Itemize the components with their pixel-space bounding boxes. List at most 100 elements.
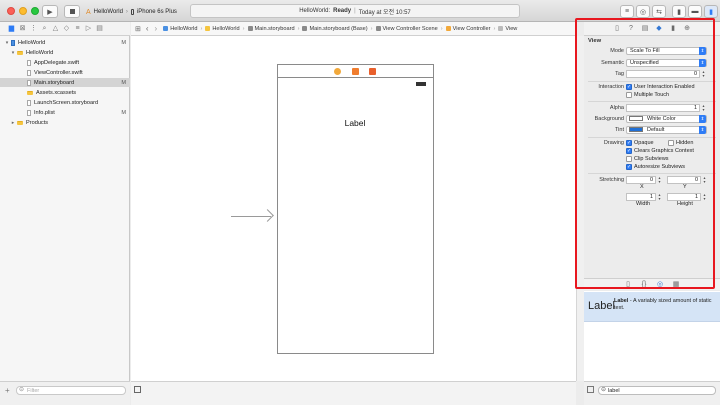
tag-field[interactable]: 0 xyxy=(626,70,700,78)
file-tree-item[interactable]: ▾ HelloWorld M xyxy=(0,38,130,47)
back-icon[interactable]: ‹ xyxy=(146,24,149,33)
scm-status-badge: M xyxy=(121,39,126,46)
document-outline-icon[interactable] xyxy=(134,386,141,393)
source-control-icon[interactable]: ⊠ xyxy=(19,25,26,32)
stretch-width-field[interactable]: 1 xyxy=(626,193,656,201)
stop-button[interactable] xyxy=(64,5,80,18)
filter-input[interactable]: Filter xyxy=(16,386,126,395)
stretch-y-field[interactable]: 0 xyxy=(667,176,701,184)
width-label: Width xyxy=(636,201,651,207)
assistant-editor-button[interactable]: ◎ xyxy=(636,5,650,18)
toggle-navigator-button[interactable]: ▮ xyxy=(672,5,686,18)
minimize-window-button[interactable] xyxy=(19,7,27,15)
library-item-preview: Label xyxy=(588,300,615,312)
folder-icon[interactable]: ▆ xyxy=(8,25,15,32)
media-library-icon[interactable]: ▦ xyxy=(672,281,680,289)
label-element[interactable]: Label xyxy=(330,118,380,128)
breadcrumb-icon xyxy=(205,26,211,31)
add-icon[interactable]: + xyxy=(5,386,10,395)
file-inspector-icon[interactable]: ▯ xyxy=(613,25,621,33)
code-snippet-icon[interactable]: {} xyxy=(640,281,648,289)
alpha-stepper[interactable]: ▴ ▾ xyxy=(701,104,706,112)
identity-inspector-icon[interactable]: ▤ xyxy=(641,25,649,33)
stretch-y-stepper[interactable]: ▴ ▾ xyxy=(702,176,707,184)
file-tree-item[interactable]: ▾ HelloWorld xyxy=(0,48,130,57)
stretch-height-stepper[interactable]: ▴ ▾ xyxy=(702,193,707,201)
multiple-touch-checkbox[interactable] xyxy=(626,92,632,98)
file-tree-item[interactable]: ▸ Products xyxy=(0,118,130,127)
quick-help-icon[interactable]: ? xyxy=(627,25,635,33)
breadcrumb-item[interactable]: View Controller Scene xyxy=(375,26,438,32)
opaque-checkbox[interactable]: ✓ xyxy=(626,140,632,146)
exit-icon[interactable] xyxy=(369,68,376,75)
file-tree-item[interactable]: Info.plist M xyxy=(0,108,130,117)
toggle-debug-area-button[interactable]: ▬ xyxy=(688,5,702,18)
stretch-width-stepper[interactable]: ▴ ▾ xyxy=(657,193,662,201)
file-tree-item[interactable]: Assets.xcassets xyxy=(0,88,130,97)
file-tree-item[interactable]: LaunchScreen.storyboard xyxy=(0,98,130,107)
close-window-button[interactable] xyxy=(7,7,15,15)
status-time: Today at 오전 10:57 xyxy=(358,9,411,16)
breadcrumb-item[interactable]: View Controller xyxy=(445,26,490,32)
disclosure-icon[interactable]: ▾ xyxy=(10,50,16,56)
file-tree-item[interactable]: AppDelegate.swift xyxy=(0,58,130,67)
status-app: HelloWorld: xyxy=(299,8,331,14)
forward-icon[interactable]: › xyxy=(155,24,158,33)
breadcrumb-item[interactable]: HelloWorld xyxy=(205,26,240,32)
grid-view-icon[interactable] xyxy=(587,386,594,393)
report-icon[interactable]: ▤ xyxy=(96,25,103,32)
chevron-right-icon: › xyxy=(440,25,443,32)
debug-icon[interactable]: ≡ xyxy=(74,25,81,32)
file-icon xyxy=(27,109,31,116)
file-tree-item[interactable]: ViewController.swift xyxy=(0,68,130,77)
stretch-height-field[interactable]: 1 xyxy=(667,193,701,201)
attributes-inspector-icon[interactable]: ◆ xyxy=(655,25,663,33)
toggle-utilities-button[interactable]: ▮ xyxy=(704,5,718,18)
breadcrumb-item[interactable]: Main.storyboard xyxy=(247,26,295,32)
file-tree-item[interactable]: Main.storyboard M xyxy=(0,78,130,87)
disclosure-icon[interactable]: ▾ xyxy=(4,40,10,46)
disclosure-icon[interactable]: ▸ xyxy=(10,120,16,126)
clears-context-checkbox[interactable]: ✓ xyxy=(626,148,632,154)
file-tree-item-label: Main.storyboard xyxy=(34,79,75,86)
first-responder-icon[interactable] xyxy=(352,68,359,75)
version-editor-icon: ⇆ xyxy=(656,8,662,16)
file-tree-item-label: LaunchScreen.storyboard xyxy=(34,99,99,106)
breadcrumb-item[interactable]: Main.storyboard (Base) xyxy=(302,26,368,32)
chevron-right-icon: › xyxy=(125,9,128,15)
run-button[interactable]: ▶ xyxy=(42,5,58,18)
connections-inspector-icon[interactable]: ⊕ xyxy=(683,25,691,33)
clip-subviews-checkbox[interactable] xyxy=(626,156,632,162)
stretch-x-field[interactable]: 0 xyxy=(626,176,656,184)
view-controller-icon[interactable] xyxy=(334,68,341,75)
size-inspector-icon[interactable]: ▮ xyxy=(669,25,677,33)
divider xyxy=(588,81,716,82)
tag-stepper[interactable]: ▴ ▾ xyxy=(701,70,706,78)
alpha-field[interactable]: 1 xyxy=(626,104,700,112)
user-interaction-checkbox[interactable]: ✓ xyxy=(626,84,632,90)
test-icon[interactable]: ◇ xyxy=(63,25,70,32)
related-items-icon[interactable]: ⊞ xyxy=(135,25,141,33)
zoom-window-button[interactable] xyxy=(31,7,39,15)
scheme-selector[interactable]: A HelloWorld › iPhone 6s Plus xyxy=(86,7,177,17)
hierarchy-icon[interactable]: ⋮ xyxy=(30,25,37,32)
search-icon[interactable]: ⌕ xyxy=(41,25,48,32)
breadcrumb-item[interactable]: View xyxy=(498,26,517,32)
warning-icon[interactable]: △ xyxy=(52,25,59,32)
semantic-popup[interactable]: Unspecified ⇕ xyxy=(626,59,707,67)
breadcrumb-item[interactable]: HelloWorld xyxy=(163,26,197,32)
object-library-icon[interactable]: ◎ xyxy=(656,281,664,289)
library-search-input[interactable]: label xyxy=(598,386,716,395)
file-template-icon[interactable]: ▯ xyxy=(624,281,632,289)
breakpoint-icon[interactable]: ▷ xyxy=(85,25,92,32)
version-editor-button[interactable]: ⇆ xyxy=(652,5,666,18)
mode-popup[interactable]: Scale To Fill ⇕ xyxy=(626,47,707,55)
autoresize-subviews-checkbox[interactable]: ✓ xyxy=(626,164,632,170)
hidden-checkbox[interactable] xyxy=(668,140,674,146)
standard-editor-button[interactable]: ≡ xyxy=(620,5,634,18)
left-panel-icon: ▮ xyxy=(677,8,681,16)
clip-subviews-label: Clip Subviews xyxy=(634,156,669,162)
stretching-label: Stretching xyxy=(599,177,624,183)
stretch-x-stepper[interactable]: ▴ ▾ xyxy=(657,176,662,184)
semantic-value: Unspecified xyxy=(630,60,659,66)
